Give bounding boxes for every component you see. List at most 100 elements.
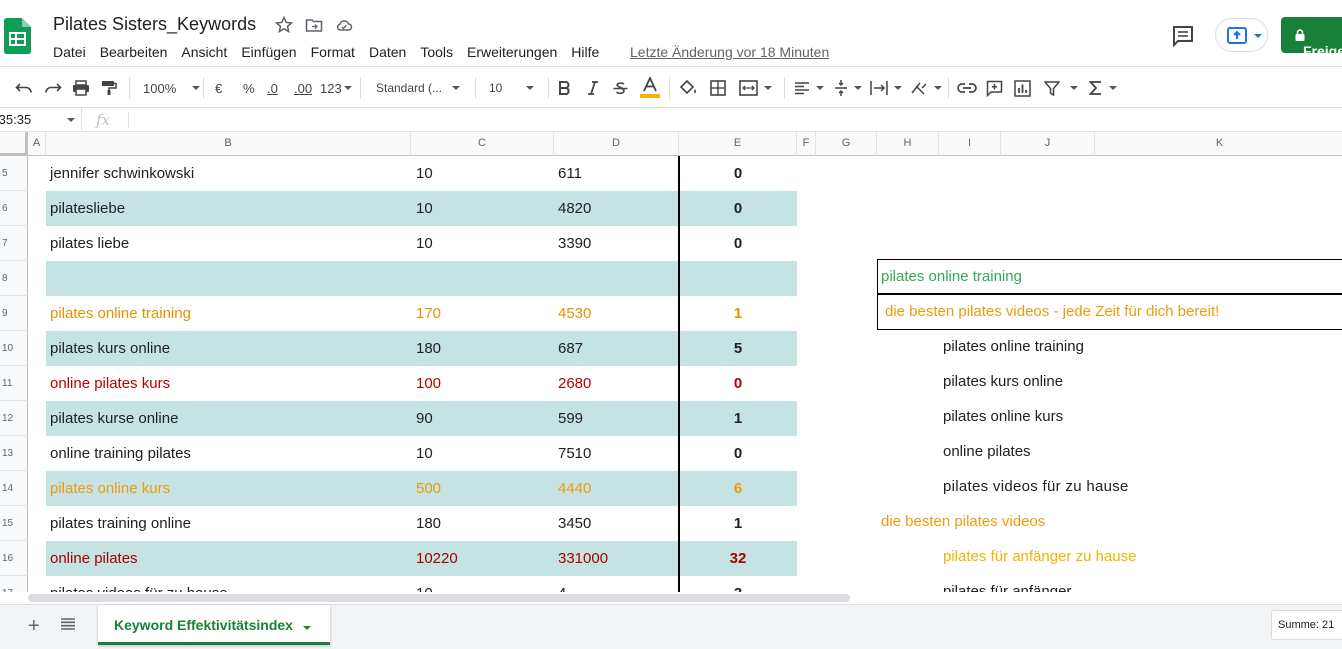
menu-tools[interactable]: Tools bbox=[413, 43, 460, 63]
row-header[interactable]: 8 bbox=[0, 261, 28, 296]
cell-value-d[interactable]: 4820 bbox=[558, 191, 591, 226]
cell-keyword[interactable]: pilates videos für zu hause bbox=[50, 576, 228, 592]
cell-value-c[interactable]: 100 bbox=[416, 366, 441, 401]
row-header[interactable]: 10 bbox=[0, 331, 28, 366]
menu-hilfe[interactable]: Hilfe bbox=[564, 43, 606, 63]
cell-value-e[interactable]: 1 bbox=[679, 506, 797, 541]
cell-value-e[interactable]: 1 bbox=[679, 401, 797, 436]
cell-value-c[interactable]: 10 bbox=[416, 191, 433, 226]
cell-value-c[interactable]: 90 bbox=[416, 401, 433, 436]
font-family-select[interactable]: Standard (... bbox=[376, 77, 461, 99]
cell-keyword[interactable]: pilates online training bbox=[50, 296, 191, 331]
cell-value-c[interactable]: 10 bbox=[416, 436, 433, 471]
cell-keyword[interactable]: pilatesliebe bbox=[50, 191, 125, 226]
side-keyword[interactable]: pilates für anfänger zu hause bbox=[943, 539, 1136, 574]
more-formats-button[interactable]: 123 bbox=[320, 77, 352, 99]
cell-value-e[interactable]: 3 bbox=[679, 576, 797, 592]
row-header[interactable]: 11 bbox=[0, 366, 28, 401]
cell-value-c[interactable]: 10 bbox=[416, 156, 433, 191]
column-header-g[interactable]: G bbox=[816, 132, 877, 156]
cell-value-c[interactable]: 170 bbox=[416, 296, 441, 331]
menu-bearbeiten[interactable]: Bearbeiten bbox=[93, 43, 175, 63]
chevron-down-icon[interactable] bbox=[302, 626, 311, 630]
document-title[interactable]: Pilates Sisters_Keywords bbox=[53, 14, 256, 35]
undo-button[interactable] bbox=[15, 77, 33, 99]
column-header-e[interactable]: E bbox=[679, 132, 797, 156]
all-sheets-menu-icon[interactable] bbox=[61, 618, 75, 630]
cell-keyword[interactable]: online pilates kurs bbox=[50, 366, 170, 401]
functions-button[interactable] bbox=[1089, 77, 1117, 99]
column-header-k[interactable]: K bbox=[1095, 132, 1342, 156]
cell-value-e[interactable]: 32 bbox=[679, 541, 797, 576]
cell-value-e[interactable]: 0 bbox=[679, 191, 797, 226]
move-folder-icon[interactable] bbox=[305, 16, 323, 34]
cloud-saved-icon[interactable] bbox=[335, 16, 353, 34]
star-icon[interactable] bbox=[275, 16, 293, 34]
cell-value-c[interactable]: 10 bbox=[416, 226, 433, 261]
cell-value-d[interactable]: 4 bbox=[558, 576, 566, 592]
cell-keyword[interactable]: online pilates bbox=[50, 541, 138, 576]
cell-keyword[interactable]: online training pilates bbox=[50, 436, 191, 471]
cell-value-e[interactable]: 1 bbox=[679, 296, 797, 331]
cell-value-c[interactable]: 10220 bbox=[416, 541, 458, 576]
merge-cells-button[interactable] bbox=[739, 77, 772, 99]
font-size-select[interactable]: 10 bbox=[489, 77, 535, 99]
decrease-decimals-button[interactable]: .0 bbox=[267, 77, 278, 99]
side-heading[interactable]: die besten pilates videos bbox=[881, 504, 1045, 539]
text-color-button[interactable] bbox=[640, 77, 660, 99]
cell-value-e[interactable]: 0 bbox=[679, 226, 797, 261]
row-header[interactable]: 16 bbox=[0, 541, 28, 576]
menu-datei[interactable]: Datei bbox=[46, 43, 93, 63]
cell-keyword[interactable]: pilates training online bbox=[50, 506, 191, 541]
cell-keyword[interactable]: pilates kurs online bbox=[50, 331, 170, 366]
insert-link-button[interactable] bbox=[957, 77, 977, 99]
cell-value-d[interactable]: 611 bbox=[558, 156, 582, 191]
cell-value-d[interactable]: 3390 bbox=[558, 226, 591, 261]
cell-value-c[interactable]: 180 bbox=[416, 331, 441, 366]
side-keyword[interactable]: pilates für anfänger bbox=[943, 574, 1071, 592]
horizontal-align-button[interactable] bbox=[794, 77, 824, 99]
horizontal-scrollbar[interactable] bbox=[28, 594, 850, 602]
cell-value-d[interactable]: 4530 bbox=[558, 296, 591, 331]
present-button[interactable] bbox=[1215, 18, 1268, 52]
insert-comment-button[interactable] bbox=[986, 77, 1003, 99]
menu-format[interactable]: Format bbox=[304, 43, 362, 63]
sheet-grid[interactable]: A B C D E F G H I J K 5 jennifer schwink… bbox=[0, 132, 1342, 592]
menu-daten[interactable]: Daten bbox=[362, 43, 413, 63]
row-header[interactable]: 12 bbox=[0, 401, 28, 436]
currency-format-button[interactable]: € bbox=[215, 77, 222, 99]
cell-value-d[interactable]: 7510 bbox=[558, 436, 591, 471]
side-heading[interactable]: pilates online training bbox=[881, 259, 1022, 294]
strikethrough-button[interactable] bbox=[613, 77, 628, 99]
cell-value-e[interactable]: 6 bbox=[679, 471, 797, 506]
row-header[interactable]: 17 bbox=[0, 576, 28, 592]
name-box[interactable]: E35:35 bbox=[0, 108, 82, 131]
cell-keyword[interactable]: pilates online kurs bbox=[50, 471, 170, 506]
cell-keyword[interactable]: jennifer schwinkowski bbox=[50, 156, 194, 191]
paint-format-button[interactable] bbox=[101, 77, 117, 99]
cell-value-d[interactable]: 331000 bbox=[558, 541, 608, 576]
vertical-align-button[interactable] bbox=[834, 77, 862, 99]
side-keyword[interactable]: pilates videos für zu hause bbox=[943, 469, 1129, 504]
fill-color-button[interactable] bbox=[680, 77, 698, 99]
column-header-i[interactable]: I bbox=[939, 132, 1001, 156]
cell-value-e[interactable]: 0 bbox=[679, 436, 797, 471]
filter-button[interactable] bbox=[1044, 77, 1078, 99]
percent-format-button[interactable]: % bbox=[243, 77, 255, 99]
cell-value-e[interactable]: 5 bbox=[679, 331, 797, 366]
italic-button[interactable] bbox=[587, 77, 599, 99]
select-all-corner[interactable] bbox=[0, 132, 28, 156]
row-header[interactable]: 5 bbox=[0, 156, 28, 191]
menu-einfuegen[interactable]: Einfügen bbox=[234, 43, 303, 63]
row-header[interactable]: 7 bbox=[0, 226, 28, 261]
menu-ansicht[interactable]: Ansicht bbox=[174, 43, 234, 63]
print-button[interactable] bbox=[72, 77, 90, 99]
cell-value-c[interactable]: 180 bbox=[416, 506, 441, 541]
column-header-f[interactable]: F bbox=[797, 132, 816, 156]
row-header[interactable]: 15 bbox=[0, 506, 28, 541]
share-button[interactable]: Freigeben bbox=[1281, 17, 1342, 59]
increase-decimals-button[interactable]: .00 bbox=[294, 77, 312, 99]
insert-chart-button[interactable] bbox=[1014, 77, 1031, 99]
last-edit-link[interactable]: Letzte Änderung vor 18 Minuten bbox=[630, 44, 829, 60]
sum-indicator[interactable]: Summe: 21 bbox=[1271, 610, 1342, 640]
